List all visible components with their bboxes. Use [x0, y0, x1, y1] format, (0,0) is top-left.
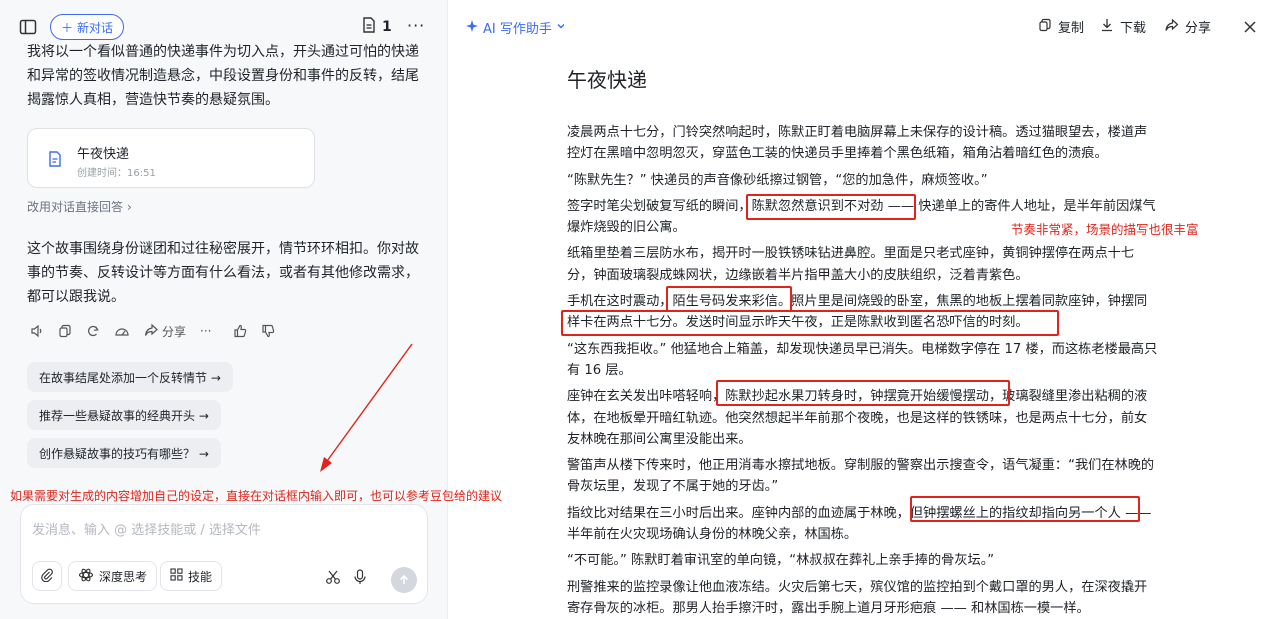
annotation-note-left: 如果需要对生成的内容增加自己的设定，直接在对话框内输入即可，也可以参考豆包给的建…	[10, 489, 503, 503]
share-button[interactable]: 分享	[144, 323, 186, 340]
copy-label: 复制	[1058, 21, 1085, 36]
document-title: 午夜快递	[567, 68, 647, 92]
deep-think-label: 深度思考	[99, 569, 148, 584]
document-card-time: 创建时间：16:51	[77, 168, 156, 179]
copy-button[interactable]: 复制	[1038, 17, 1084, 36]
direct-reply-link[interactable]: 改用对话直接回答 ›	[27, 198, 132, 215]
suggestion-chip[interactable]: 推荐一些悬疑故事的经典开头 →	[27, 400, 221, 430]
download-icon	[1100, 18, 1114, 36]
story-paragraph: “这东西我拒收。” 他猛地合上箱盖，却发现快递员早已消失。电梯数字停在 17 楼…	[567, 341, 1158, 378]
sparkle-icon	[465, 19, 479, 37]
grid-icon	[170, 568, 183, 584]
plus-icon: ＋	[61, 20, 74, 35]
story-paragraph: “陈默先生？” 快递员的声音像砂纸擦过钢管，“您的加急件，麻烦签收。”	[567, 172, 988, 188]
suggestion-chip[interactable]: 创作悬疑故事的技巧有哪些？ →	[27, 438, 221, 468]
more-actions-icon[interactable]: ···	[200, 324, 211, 338]
send-button[interactable]	[391, 567, 417, 593]
share-icon	[1164, 18, 1179, 36]
story-paragraph: 刑警推来的监控录像让他血液冻结。火灾后第七天，殡仪馆的监控拍到个戴口罩的男人，在…	[567, 579, 1148, 616]
skills-label: 技能	[188, 569, 213, 584]
direct-reply-label: 改用对话直接回答	[27, 200, 124, 214]
paperclip-icon	[40, 568, 54, 585]
share-label: 分享	[1185, 21, 1212, 36]
document-panel: AI 写作助手 复制 下载 分享 午夜快递 凌晨两点十七分，门铃突然响起时，陈默…	[448, 0, 1280, 619]
close-icon[interactable]	[1243, 19, 1257, 38]
chat-panel: ＋ 新对话 1 ··· 我将以一个看似普通的快递事件为切入点，开头通过可怕的快递…	[0, 0, 448, 619]
assistant-summary-text: 这个故事围绕身份谜团和过往秘密展开，情节环环相扣。你对故事的节奏、反转设计等方面…	[27, 241, 419, 305]
message-composer[interactable]: 发消息、输入 @ 选择技能或 / 选择文件 深度思考 技能	[20, 504, 428, 604]
chevron-down-icon	[556, 20, 566, 35]
atom-icon	[78, 567, 94, 586]
story-paragraph: “不可能。” 陈默盯着审讯室的单向镜，“林叔叔在葬礼上亲手捧的骨灰坛。”	[567, 553, 995, 569]
sidebar-toggle-icon[interactable]	[18, 17, 38, 37]
story-paragraph: 警笛声从楼下传来时，他正用消毒水擦拭地板。穿制服的警察出示搜查令，语气凝重：“我…	[567, 458, 1155, 495]
message-actions: 分享 ···	[30, 322, 289, 340]
highlight-box	[746, 194, 916, 220]
document-file-icon	[48, 151, 62, 171]
speed-icon[interactable]	[114, 324, 130, 338]
copy-icon[interactable]	[58, 324, 72, 338]
highlight-box	[716, 380, 1010, 406]
annotation-note-right: 节奏非常紧，场景的描写也很丰富	[1011, 222, 1199, 237]
document-card[interactable]: 午夜快递 创建时间：16:51	[27, 128, 315, 188]
thumbs-up-icon[interactable]	[233, 324, 247, 338]
skills-button[interactable]: 技能	[160, 561, 223, 591]
composer-placeholder[interactable]: 发消息、输入 @ 选择技能或 / 选择文件	[32, 519, 261, 538]
highlight-box	[666, 286, 792, 312]
ai-writing-assistant-dropdown[interactable]: AI 写作助手	[465, 18, 566, 37]
share-icon	[144, 323, 158, 340]
highlight-box	[561, 310, 1059, 336]
document-count-button[interactable]: 1	[362, 17, 392, 37]
chevron-right-icon: ›	[127, 199, 132, 214]
assistant-intro-text: 我将以一个看似普通的快递事件为切入点，开头通过可怕的快递和异常的签收情况制造悬念…	[27, 44, 419, 108]
document-card-title: 午夜快递	[77, 147, 130, 162]
download-label: 下载	[1120, 21, 1147, 36]
download-button[interactable]: 下载	[1100, 17, 1146, 36]
scissors-icon[interactable]	[325, 569, 341, 589]
share-button[interactable]: 分享	[1164, 17, 1211, 36]
story-paragraph: 凌晨两点十七分，门铃突然响起时，陈默正盯着电脑屏幕上未保存的设计稿。透过猫眼望去…	[567, 125, 1148, 162]
highlight-box	[910, 496, 1140, 522]
speaker-icon[interactable]	[30, 324, 44, 338]
annotation-arrow-icon	[320, 343, 413, 472]
more-options-icon[interactable]: ···	[407, 16, 425, 35]
suggestion-chip[interactable]: 在故事结尾处添加一个反转情节 →	[27, 362, 233, 392]
microphone-icon[interactable]	[353, 569, 367, 589]
assistant-label: AI 写作助手	[483, 22, 552, 37]
attach-button[interactable]	[32, 561, 62, 591]
share-label: 分享	[162, 324, 187, 339]
deep-think-button[interactable]: 深度思考	[68, 561, 158, 591]
document-count: 1	[382, 19, 392, 35]
regenerate-icon[interactable]	[86, 324, 100, 338]
story-paragraph: 纸箱里垫着三层防水布，揭开时一股铁锈味钻进鼻腔。里面是只老式座钟，黄铜钟摆停在两…	[567, 246, 1135, 283]
document-icon	[362, 17, 376, 37]
arrow-up-icon	[398, 571, 410, 590]
new-chat-button[interactable]: ＋ 新对话	[50, 14, 125, 40]
copy-icon	[1038, 18, 1052, 36]
app-root: ＋ 新对话 1 ··· 我将以一个看似普通的快递事件为切入点，开头通过可怕的快递…	[0, 0, 1280, 619]
thumbs-down-icon[interactable]	[261, 324, 275, 338]
new-chat-label: 新对话	[77, 20, 114, 35]
